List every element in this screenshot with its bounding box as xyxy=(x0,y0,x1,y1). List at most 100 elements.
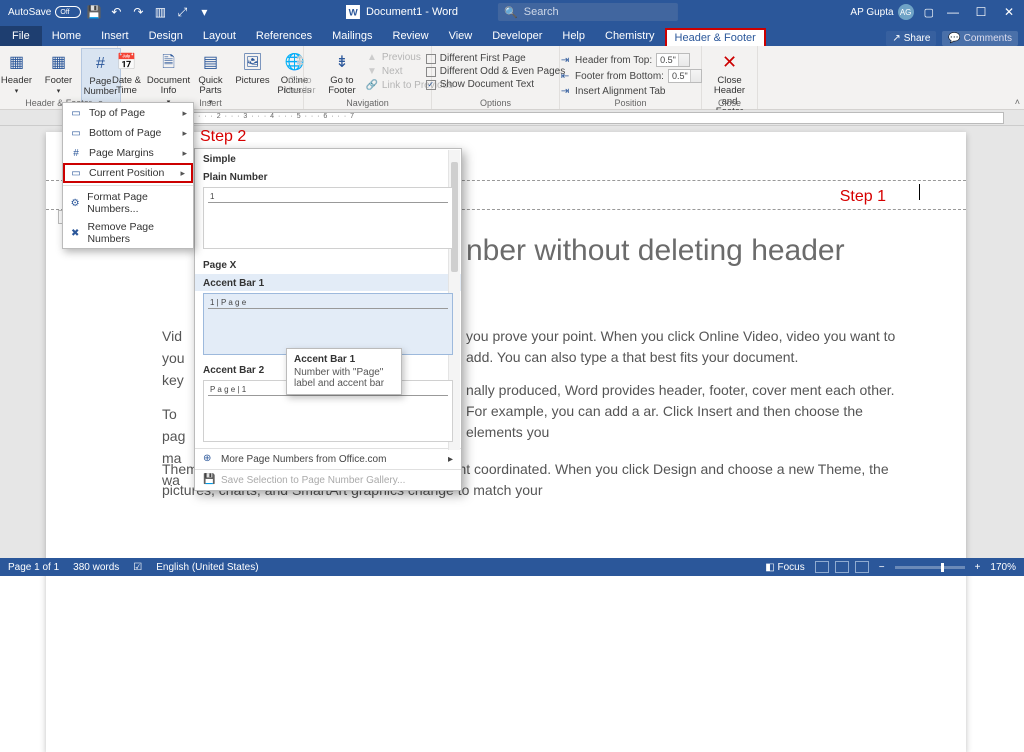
tooltip-body: Number with "Page" label and accent bar xyxy=(294,367,394,389)
menu-page-margins[interactable]: #Page Margins▸ xyxy=(63,143,193,163)
quick-parts-icon: ▤ xyxy=(200,52,222,74)
tab-review[interactable]: Review xyxy=(383,26,439,46)
tab-references[interactable]: References xyxy=(246,26,322,46)
status-page[interactable]: Page 1 of 1 xyxy=(8,562,59,573)
tab-layout[interactable]: Layout xyxy=(193,26,246,46)
zoom-slider[interactable] xyxy=(895,566,965,569)
chevron-right-icon: ▸ xyxy=(182,148,187,159)
goto-footer-icon: ⇟ xyxy=(331,52,353,74)
svg-text:W: W xyxy=(349,8,359,19)
qa-icon[interactable]: ⤢ xyxy=(175,5,189,19)
header-top-value[interactable]: 0.5" xyxy=(656,53,690,67)
save-icon: 💾 xyxy=(203,474,215,486)
header-icon: ▦ xyxy=(6,52,28,74)
chevron-right-icon: ▸ xyxy=(182,128,187,139)
qa-icon[interactable]: ▥ xyxy=(153,5,167,19)
ribbon: ▦Header▾ ▦Footer▾ #Page Number▾ Header &… xyxy=(0,46,1024,110)
page-icon: ▭ xyxy=(69,166,83,180)
header-button[interactable]: ▦Header▾ xyxy=(0,48,37,96)
status-bar: Page 1 of 1 380 words ☑ English (United … xyxy=(0,558,1024,576)
menu-top-of-page[interactable]: ▭Top of Page▸ xyxy=(63,103,193,123)
gallery-item-accent-bar-1[interactable]: 1 | P a g e xyxy=(203,293,453,355)
autosave-toggle[interactable]: AutoSave Off xyxy=(8,6,81,18)
search-input[interactable]: 🔍 Search xyxy=(498,3,678,21)
page-icon: ▭ xyxy=(69,106,83,120)
focus-mode-button[interactable]: ◧ Focus xyxy=(765,562,804,573)
globe-icon: ⊕ xyxy=(203,453,215,465)
tab-help[interactable]: Help xyxy=(552,26,595,46)
header-top-icon: ⇥ xyxy=(559,54,571,66)
tab-header-footer[interactable]: Header & Footer xyxy=(665,28,766,46)
tab-view[interactable]: View xyxy=(439,26,483,46)
menu-remove-page-numbers[interactable]: ✖Remove Page Numbers xyxy=(63,218,193,248)
minimize-button[interactable]: — xyxy=(944,5,962,19)
close-button[interactable]: ✕ xyxy=(1000,5,1018,19)
tab-mailings[interactable]: Mailings xyxy=(322,26,382,46)
tab-developer[interactable]: Developer xyxy=(482,26,552,46)
different-first-page-checkbox[interactable]: Different First Page xyxy=(424,52,567,65)
show-document-text-checkbox[interactable]: ✓Show Document Text xyxy=(424,78,567,91)
menu-bottom-of-page[interactable]: ▭Bottom of Page▸ xyxy=(63,123,193,143)
collapse-ribbon-icon[interactable]: ˄ xyxy=(1015,97,1020,107)
footer-from-bottom[interactable]: ⇤Footer from Bottom:0.5" xyxy=(557,68,704,84)
tooltip: Accent Bar 1 Number with "Page" label an… xyxy=(286,348,402,395)
tab-home[interactable]: Home xyxy=(42,26,91,46)
page-number-gallery: Simple Plain Number 1 Page X Accent Bar … xyxy=(194,148,462,491)
link-icon: 🔗 xyxy=(366,79,378,91)
maximize-button[interactable]: ☐ xyxy=(972,5,990,19)
tab-chemistry[interactable]: Chemistry xyxy=(595,26,665,46)
menu-format-page-numbers[interactable]: ⚙Format Page Numbers... xyxy=(63,188,193,218)
document-heading: nber without deleting header xyxy=(466,232,845,270)
date-time-button[interactable]: 📅Date & Time xyxy=(107,48,147,97)
horizontal-ruler[interactable]: · · · · 1 · · · 2 · · · 3 · · · 4 · · · … xyxy=(160,112,1004,124)
goto-header-icon: ⇞ xyxy=(289,52,311,74)
save-icon[interactable]: 💾 xyxy=(87,5,101,19)
group-label: Navigation xyxy=(304,98,431,108)
chevron-right-icon: ▸ xyxy=(448,454,453,465)
tooltip-title: Accent Bar 1 xyxy=(294,354,394,365)
comments-button[interactable]: 💬 Comments xyxy=(942,31,1018,46)
pictures-button[interactable]: 🖼Pictures xyxy=(233,48,273,86)
text-cursor xyxy=(919,184,920,200)
ribbon-display-icon[interactable]: ▢ xyxy=(924,6,934,19)
header-from-top[interactable]: ⇥Header from Top:0.5" xyxy=(557,52,704,68)
zoom-out-button[interactable]: − xyxy=(879,562,885,573)
tab-file[interactable]: File xyxy=(0,26,42,46)
status-language[interactable]: English (United States) xyxy=(156,562,258,573)
goto-header-button: ⇞Go to Header xyxy=(280,48,320,97)
calendar-icon: 📅 xyxy=(116,52,138,74)
zoom-level[interactable]: 170% xyxy=(990,562,1016,573)
zoom-in-button[interactable]: + xyxy=(975,562,981,573)
status-word-count[interactable]: 380 words xyxy=(73,562,119,573)
goto-footer-button[interactable]: ⇟Go to Footer xyxy=(322,48,362,97)
document-title: W Document1 - Word xyxy=(346,5,458,19)
user-account[interactable]: AP Gupta AG xyxy=(850,4,913,20)
title-bar: AutoSave Off 💾 ↶ ↷ ▥ ⤢ ▾ W Document1 - W… xyxy=(0,0,1024,24)
page-icon: # xyxy=(69,146,83,160)
chevron-right-icon: ▸ xyxy=(182,108,187,119)
footer-button[interactable]: ▦Footer▾ xyxy=(39,48,79,96)
different-odd-even-checkbox[interactable]: Different Odd & Even Pages xyxy=(424,65,567,78)
menu-current-position[interactable]: ▭Current Position▸ xyxy=(63,163,193,183)
insert-alignment-tab[interactable]: ⇥Insert Alignment Tab xyxy=(557,84,704,98)
status-spellcheck-icon[interactable]: ☑ xyxy=(133,562,142,573)
qa-dropdown-icon[interactable]: ▾ xyxy=(197,5,211,19)
gallery-item-plain-number[interactable]: 1 xyxy=(203,187,453,249)
remove-icon: ✖ xyxy=(69,226,81,240)
group-label: Position xyxy=(560,98,701,108)
avatar: AG xyxy=(898,4,914,20)
gallery-section-pagex: Page X xyxy=(195,255,461,274)
footer-bottom-value[interactable]: 0.5" xyxy=(668,69,702,83)
tab-insert[interactable]: Insert xyxy=(91,26,139,46)
chevron-right-icon: ▸ xyxy=(180,168,185,179)
redo-icon[interactable]: ↷ xyxy=(131,5,145,19)
gallery-item-accent-bar-1-label: Accent Bar 1 xyxy=(195,274,461,291)
save-selection-to-gallery: 💾Save Selection to Page Number Gallery..… xyxy=(195,469,461,490)
more-page-numbers[interactable]: ⊕More Page Numbers from Office.com▸ xyxy=(195,448,461,469)
tab-design[interactable]: Design xyxy=(139,26,193,46)
undo-icon[interactable]: ↶ xyxy=(109,5,123,19)
view-buttons[interactable] xyxy=(815,561,869,573)
ribbon-tabs: File Home Insert Design Layout Reference… xyxy=(0,24,1024,46)
share-button[interactable]: ↗ Share xyxy=(886,31,936,46)
group-label: Options xyxy=(432,98,559,108)
